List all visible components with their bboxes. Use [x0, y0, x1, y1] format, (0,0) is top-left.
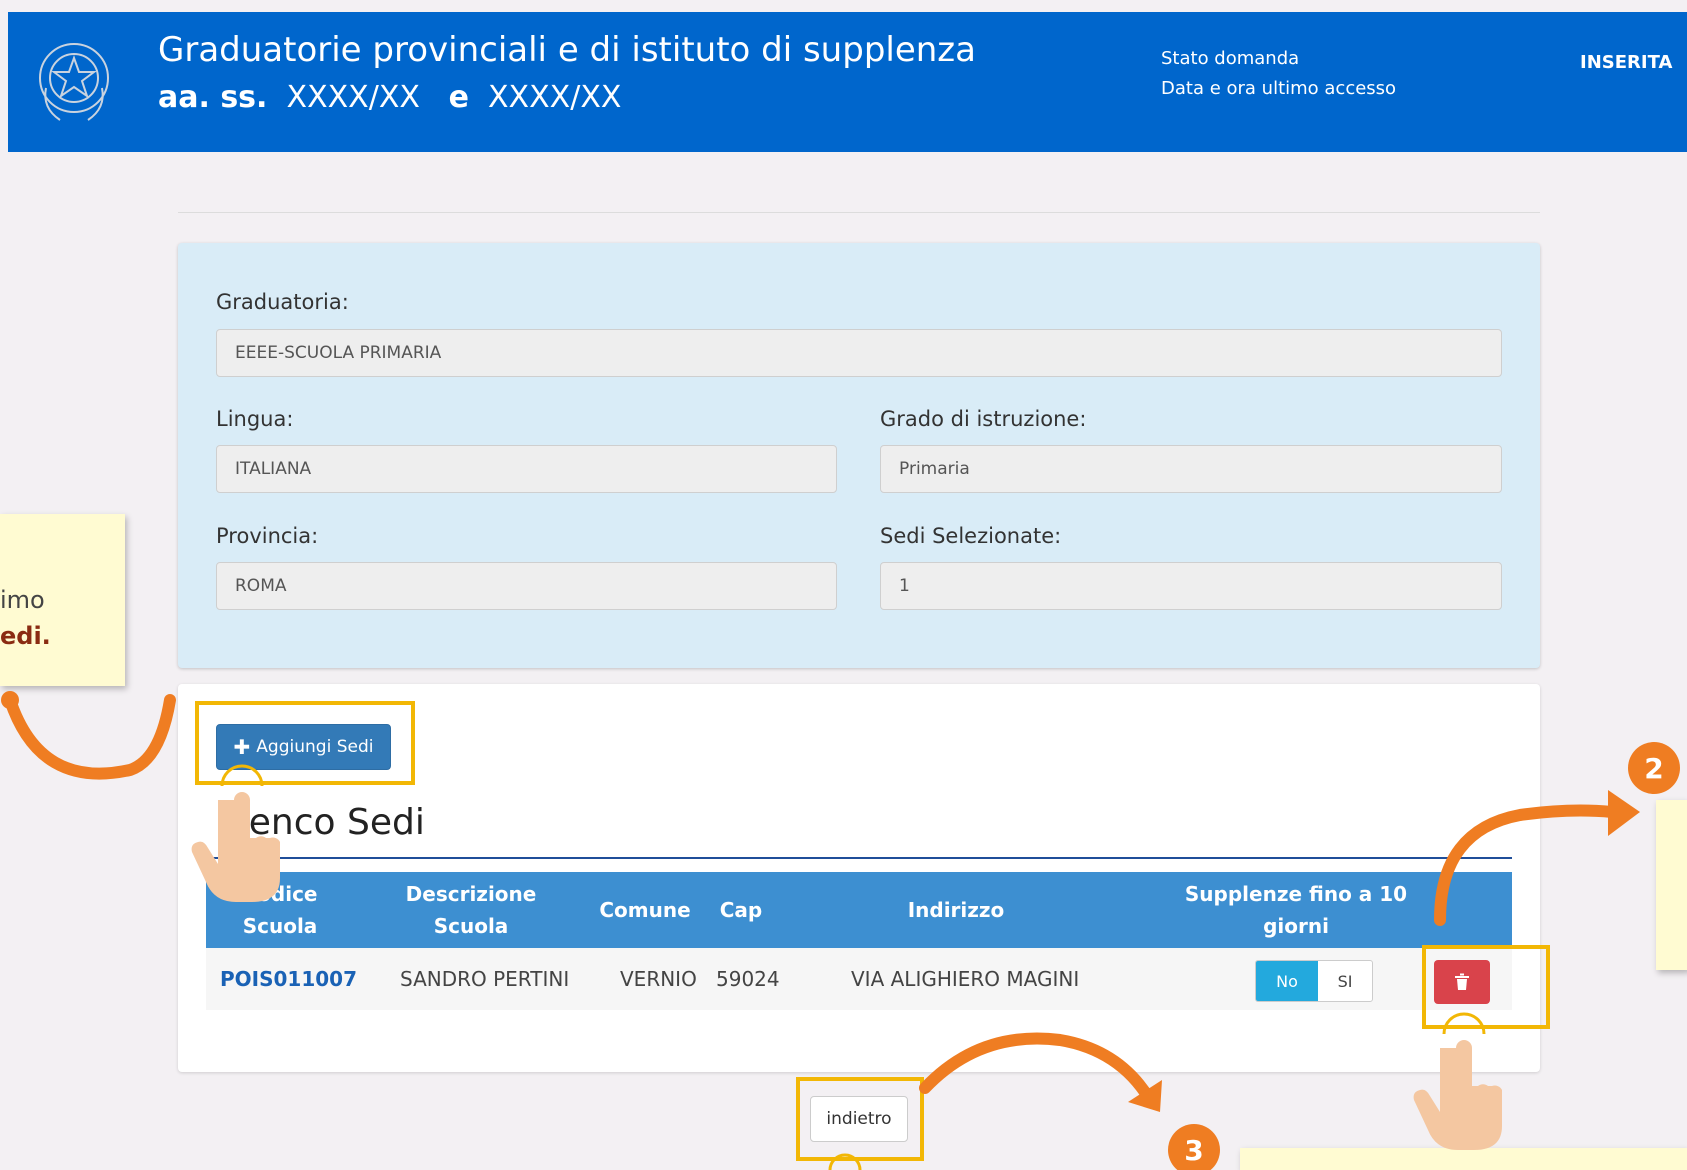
- cell-indirizzo: VIA ALIGHIERO MAGINI: [851, 967, 1080, 991]
- cell-cap: 59024: [716, 967, 780, 991]
- lingua-field: ITALIANA: [216, 445, 837, 493]
- callout-step1-strong: edi.: [0, 622, 51, 650]
- year-to: XXXX/XX: [488, 80, 622, 115]
- step-badge-2: 2: [1628, 742, 1680, 794]
- highlight-back-button: [796, 1077, 924, 1161]
- arrow-step2-head: [1608, 790, 1640, 836]
- graduatoria-label: Graduatoria:: [216, 290, 349, 314]
- year-from: XXXX/XX: [286, 80, 420, 115]
- arrow-step1: [4, 694, 176, 780]
- grado-field: Primaria: [880, 445, 1502, 493]
- highlight-delete-button: [1422, 945, 1550, 1029]
- grado-label: Grado di istruzione:: [880, 407, 1087, 431]
- col-codice: Codice Scuola: [242, 882, 318, 938]
- divider: [178, 212, 1540, 213]
- lingua-label: Lingua:: [216, 407, 294, 431]
- cell-descrizione: SANDRO PERTINI: [400, 967, 570, 991]
- app-header: Graduatorie provinciali e di istituto di…: [8, 12, 1687, 152]
- cell-codice-link[interactable]: POIS011007: [220, 967, 357, 991]
- academic-years: aa. ss. XXXX/XX e XXXX/XX: [158, 80, 621, 115]
- list-title: Elenco Sedi: [216, 802, 425, 843]
- provincia-field: ROMA: [216, 562, 837, 610]
- col-comune: Comune: [599, 898, 691, 922]
- callout-step1: imo edi.: [0, 514, 125, 686]
- app-title: Graduatorie provinciali e di istituto di…: [158, 30, 976, 70]
- graduatoria-field: EEEE-SCUOLA PRIMARIA: [216, 329, 1502, 377]
- toggle-no[interactable]: No: [1256, 961, 1318, 1001]
- sedi-selezionate-label: Sedi Selezionate:: [880, 524, 1062, 548]
- col-supplenze: Supplenze fino a 10 giorni: [1184, 882, 1408, 938]
- table-header: Codice Scuola Descrizione Scuola Comune …: [206, 872, 1512, 948]
- col-descrizione: Descrizione Scuola: [405, 882, 537, 938]
- last-access-label: Data e ora ultimo accesso: [1161, 78, 1397, 99]
- table-row: POIS011007 SANDRO PERTINI VERNIO 59024 V…: [206, 948, 1512, 1010]
- sedi-selezionate-field: 1: [880, 562, 1502, 610]
- supplenze-toggle[interactable]: No SI: [1255, 960, 1373, 1002]
- academic-prefix: aa. ss.: [158, 80, 268, 115]
- repubblica-emblem-icon: [39, 43, 109, 121]
- arrow-step3-head: [1128, 1080, 1162, 1112]
- callout-step3: [1240, 1148, 1687, 1170]
- sedi-panel: ✚ Aggiungi Sedi Elenco Sedi Codice Scuol…: [178, 684, 1550, 1072]
- col-indirizzo: Indirizzo: [907, 898, 1005, 922]
- status-badge: INSERITA: [1580, 52, 1673, 73]
- arrow-step1-dot: [1, 691, 19, 709]
- application-info-panel: Graduatoria: EEEE-SCUOLA PRIMARIA Lingua…: [178, 243, 1540, 668]
- cell-comune: VERNIO: [620, 967, 697, 991]
- list-divider: [206, 857, 1512, 859]
- toggle-si[interactable]: SI: [1318, 961, 1372, 1001]
- step-badge-3: 3: [1168, 1124, 1220, 1170]
- provincia-label: Provincia:: [216, 524, 319, 548]
- callout-step2-visible: [1656, 800, 1687, 970]
- year-connector: e: [448, 80, 469, 115]
- callout-step1-text: imo: [0, 586, 45, 614]
- status-label: Stato domanda: [1161, 48, 1300, 69]
- col-cap: Cap: [719, 898, 763, 922]
- highlight-add-button: [195, 701, 415, 785]
